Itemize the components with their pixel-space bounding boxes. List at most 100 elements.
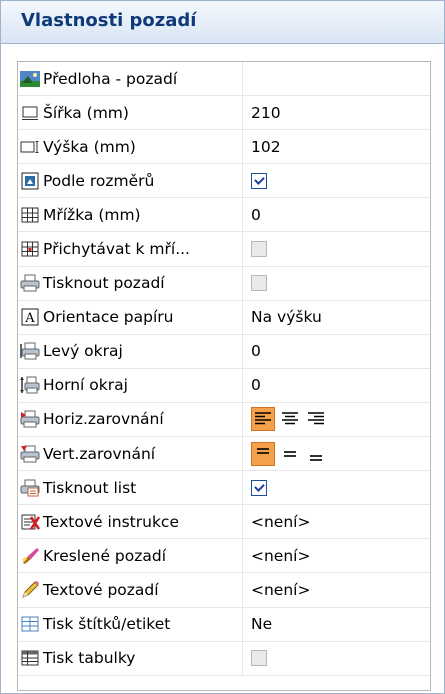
property-row-print-sheet[interactable]: Tisknout list (18, 471, 430, 506)
property-value: 0 (251, 342, 261, 361)
brush-icon (20, 546, 40, 566)
property-value-cell[interactable] (243, 232, 430, 265)
property-value-cell[interactable] (243, 164, 430, 197)
align-center-button[interactable] (279, 408, 301, 430)
property-row-text-instructions[interactable]: Textové instrukce <není> (18, 505, 430, 540)
snap-to-grid-checkbox[interactable] (251, 241, 267, 258)
property-row-text-background[interactable]: Textové pozadí <není> (18, 573, 430, 608)
property-value-cell[interactable]: 0 (243, 335, 430, 368)
property-value-cell[interactable]: <není> (243, 539, 430, 572)
print-background-checkbox[interactable] (251, 275, 267, 292)
property-row-vertical-alignment[interactable]: Vert.zarovnání (18, 437, 430, 472)
property-row-paper-orientation[interactable]: A Orientace papíru Na výšku (18, 300, 430, 335)
property-row-fit-to-size[interactable]: Podle rozměrů (18, 164, 430, 199)
property-name-cell: Vert.zarovnání (18, 437, 243, 471)
property-label: Tisk tabulky (43, 649, 136, 668)
property-value: 0 (251, 205, 261, 224)
text-instructions-icon (20, 512, 40, 532)
properties-panel: Vlastnosti pozadí Předloha - pozadí Šířk… (0, 0, 445, 694)
property-value-cell[interactable]: Na výšku (243, 301, 430, 334)
printer-top-margin-icon (20, 375, 40, 395)
letter-a-icon: A (20, 307, 40, 327)
property-row-top-margin[interactable]: Horní okraj 0 (18, 368, 430, 403)
property-row-horizontal-alignment[interactable]: Horiz.zarovnání (18, 402, 430, 438)
fit-size-icon (20, 171, 40, 191)
property-row-grid-size[interactable]: Mřížka (mm) 0 (18, 198, 430, 233)
grid-empty-area (18, 676, 430, 690)
property-name-cell: Výška (mm) (18, 130, 243, 164)
property-label: Horiz.zarovnání (43, 410, 164, 429)
property-label: Tisk štítků/etiket (43, 615, 171, 634)
property-name-cell: Horiz.zarovnání (18, 402, 243, 437)
property-label: Orientace papíru (43, 308, 174, 327)
fit-to-size-checkbox[interactable] (251, 172, 267, 189)
printer-vertical-align-icon (20, 444, 40, 464)
property-grid: Předloha - pozadí Šířka (mm) 210 Výška (… (17, 61, 431, 691)
property-value-cell[interactable]: 0 (243, 198, 430, 231)
property-value-cell[interactable] (243, 437, 430, 470)
property-value-cell[interactable]: <není> (243, 505, 430, 538)
property-value-cell[interactable] (243, 403, 430, 436)
print-sheet-checkbox[interactable] (251, 479, 267, 496)
align-right-button[interactable] (305, 408, 327, 430)
property-row-print-background[interactable]: Tisknout pozadí (18, 266, 430, 301)
property-row-width[interactable]: Šířka (mm) 210 (18, 96, 430, 131)
property-label: Tisknout list (43, 478, 137, 497)
property-label: Podle rozměrů (43, 171, 155, 190)
property-name-cell: Horní okraj (18, 368, 243, 402)
property-value-cell[interactable] (243, 62, 430, 95)
property-label: Šířka (mm) (43, 103, 129, 122)
property-value-cell[interactable] (243, 267, 430, 300)
property-row-left-margin[interactable]: Levý okraj 0 (18, 334, 430, 369)
property-label: Levý okraj (43, 342, 123, 361)
printer-sheet-icon (20, 478, 40, 498)
property-row-label-printing[interactable]: Tisk štítků/etiket Ne (18, 607, 430, 642)
property-name-cell: Kreslené pozadí (18, 539, 243, 573)
panel-title: Vlastnosti pozadí (21, 10, 197, 31)
printer-icon (20, 273, 40, 293)
property-label: Textové pozadí (43, 580, 159, 599)
property-name-cell: Šířka (mm) (18, 96, 243, 130)
svg-text:A: A (24, 311, 35, 326)
property-value-cell[interactable]: 0 (243, 369, 430, 402)
property-name-cell: Přichytávat k mří... (18, 232, 243, 266)
property-value-cell[interactable]: 102 (243, 130, 430, 163)
align-center-icon (282, 412, 298, 425)
property-row-table-printing[interactable]: Tisk tabulky (18, 641, 430, 676)
property-name-cell: Levý okraj (18, 334, 243, 368)
align-left-button[interactable] (251, 407, 275, 432)
align-left-icon (255, 412, 271, 425)
property-row-drawn-background[interactable]: Kreslené pozadí <není> (18, 539, 430, 574)
property-name-cell: A Orientace papíru (18, 300, 243, 334)
property-label: Textové instrukce (43, 512, 179, 531)
property-name-cell: Tisknout list (18, 471, 243, 505)
property-row-snap-to-grid[interactable]: Přichytávat k mří... (18, 232, 430, 267)
panel-header: Vlastnosti pozadí (1, 1, 444, 44)
align-middle-button[interactable] (279, 443, 301, 465)
property-value-cell[interactable] (243, 642, 430, 675)
width-icon (20, 103, 40, 123)
property-name-cell: Tisknout pozadí (18, 266, 243, 300)
property-value: Ne (251, 615, 273, 634)
printer-horizontal-align-icon (20, 409, 40, 429)
property-value-cell[interactable] (243, 471, 430, 504)
property-value: 0 (251, 376, 261, 395)
print-table-checkbox[interactable] (251, 650, 267, 667)
property-value: <není> (251, 546, 311, 565)
property-name-cell: Mřížka (mm) (18, 198, 243, 232)
property-value-cell[interactable]: <není> (243, 573, 430, 606)
vertical-alignment-buttons (251, 441, 327, 466)
property-row-background-template[interactable]: Předloha - pozadí (18, 62, 430, 97)
property-row-height[interactable]: Výška (mm) 102 (18, 130, 430, 165)
property-value-cell[interactable]: 210 (243, 96, 430, 129)
property-label: Kreslené pozadí (43, 546, 167, 565)
align-bottom-button[interactable] (305, 443, 327, 465)
align-top-button[interactable] (251, 441, 275, 466)
property-name-cell: Textové instrukce (18, 505, 243, 539)
property-value-cell[interactable]: Ne (243, 608, 430, 641)
table-icon (20, 648, 40, 668)
align-middle-icon (284, 450, 296, 457)
landscape-picture-icon (20, 69, 40, 89)
grid-icon (20, 205, 40, 225)
snap-grid-icon (20, 239, 40, 259)
